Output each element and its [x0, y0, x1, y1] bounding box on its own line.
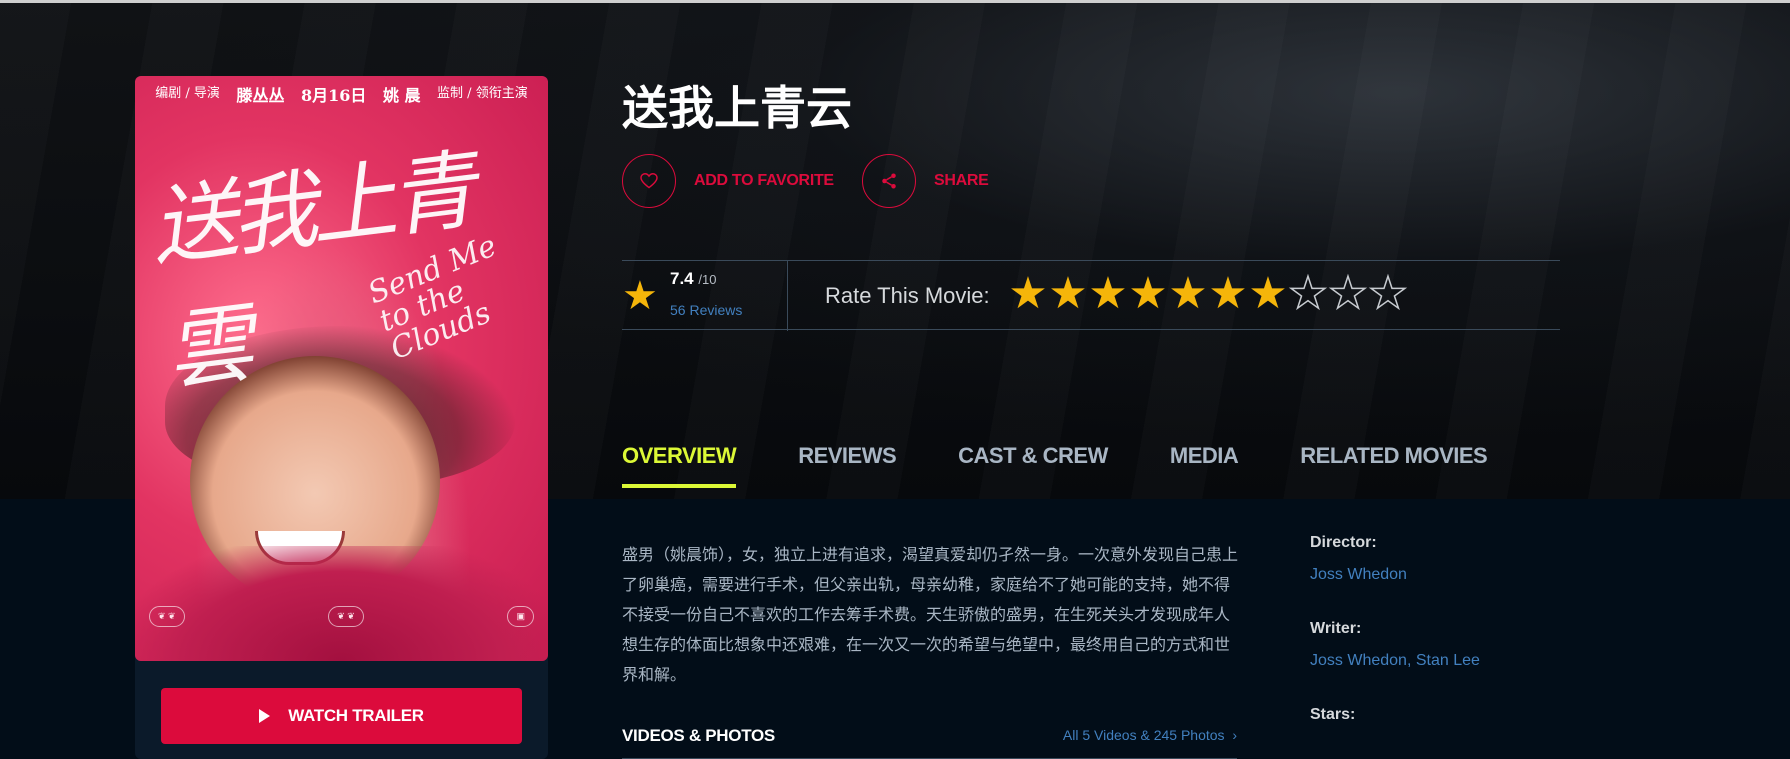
rate-star-1-icon[interactable]: ★ [1008, 272, 1048, 316]
rate-star-6-icon[interactable]: ★ [1208, 272, 1248, 316]
rate-star-5-icon[interactable]: ★ [1168, 272, 1208, 316]
add-to-favorite-button[interactable]: ADD TO FAVORITE [622, 154, 834, 208]
movie-title: 送我上青云 [622, 81, 852, 135]
poster-column: 编剧 / 导演 滕丛丛 8月16日 姚 晨 监制 / 领衔主演 送我上青雲 Se… [135, 76, 548, 759]
rate-star-4-icon[interactable]: ★ [1128, 272, 1168, 316]
tab-reviews[interactable]: REVIEWS [798, 443, 896, 488]
rating-stars: ★ ★ ★ ★ ★ ★ ★ ★ ★ ★ [1008, 271, 1409, 317]
poster-credits: 编剧 / 导演 滕丛丛 8月16日 姚 晨 监制 / 领衔主演 [155, 86, 528, 105]
movie-poster: 编剧 / 导演 滕丛丛 8月16日 姚 晨 监制 / 领衔主演 送我上青雲 Se… [135, 76, 548, 661]
rating-bar: ★ 7.4 /10 56 Reviews Rate This Movie: ★ ★… [622, 260, 1560, 331]
writer-link[interactable]: Joss Whedon, Stan Lee [1310, 652, 1610, 670]
rate-this-movie-label: Rate This Movie: [825, 283, 990, 308]
rate-star-3-icon[interactable]: ★ [1088, 272, 1128, 316]
play-icon [259, 709, 271, 723]
star-icon: ★ [622, 274, 658, 318]
share-label: SHARE [934, 172, 989, 189]
overview-text: 盛男（姚晨饰），女，独立上进有追求，渴望真爱却仍孑然一身。一次意外发现自己患上了… [622, 545, 1239, 684]
credits-sidebar: Director: Joss Whedon Writer: Joss Whedo… [1310, 534, 1610, 759]
share-button[interactable]: SHARE [862, 154, 989, 208]
director-link[interactable]: Joss Whedon [1310, 566, 1610, 584]
watch-trailer-label: WATCH TRAILER [288, 706, 424, 725]
rate-star-7-icon[interactable]: ★ [1248, 272, 1288, 316]
tab-related-movies[interactable]: RELATED MOVIES [1300, 443, 1487, 488]
videos-photos-title: VIDEOS & PHOTOS [622, 726, 775, 745]
tab-media[interactable]: MEDIA [1170, 443, 1239, 488]
rate-star-9-icon[interactable]: ★ [1328, 271, 1369, 317]
stars-label: Stars: [1310, 706, 1356, 723]
reviews-link[interactable]: 56 Reviews [670, 302, 742, 318]
rating-divider [787, 261, 788, 331]
heart-icon [622, 154, 676, 208]
share-icon [862, 154, 916, 208]
poster-laurels: ❦ ❦ ❦ ❦ ▣ [149, 606, 534, 627]
director-label: Director: [1310, 534, 1377, 551]
all-videos-photos-link[interactable]: All 5 Videos & 245 Photos › [1063, 727, 1237, 743]
watch-trailer-button[interactable]: WATCH TRAILER [161, 688, 522, 744]
rating-score: 7.4 /10 [670, 269, 717, 288]
writer-label: Writer: [1310, 620, 1362, 637]
poster-scarf-art [135, 546, 548, 661]
rate-star-8-icon[interactable]: ★ [1288, 271, 1329, 317]
tab-cast-crew[interactable]: CAST & CREW [958, 443, 1108, 488]
tab-overview[interactable]: OVERVIEW [622, 443, 737, 488]
tab-bar: OVERVIEW REVIEWS CAST & CREW MEDIA RELAT… [622, 443, 1549, 488]
videos-photos-header: VIDEOS & PHOTOS All 5 Videos & 245 Photo… [622, 724, 1237, 759]
add-to-favorite-label: ADD TO FAVORITE [694, 172, 834, 189]
rate-star-10-icon[interactable]: ★ [1368, 271, 1409, 317]
rate-star-2-icon[interactable]: ★ [1048, 272, 1088, 316]
